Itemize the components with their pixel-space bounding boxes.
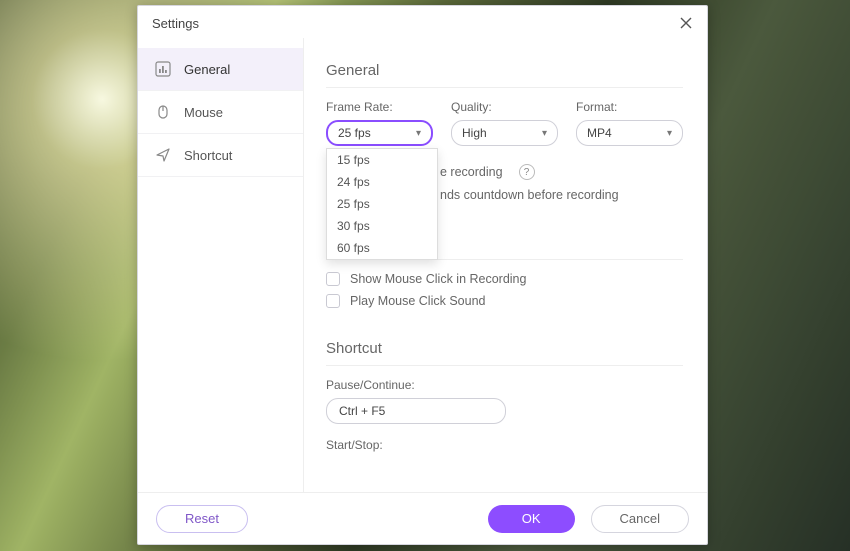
divider <box>326 87 683 88</box>
close-button[interactable] <box>675 12 697 34</box>
sidebar-item-general[interactable]: General <box>138 48 303 91</box>
sidebar: General Mouse Shortcut <box>138 38 304 492</box>
format-value: MP4 <box>587 126 612 140</box>
countdown-label-partial: nds countdown before recording <box>440 188 619 202</box>
frame-rate-option[interactable]: 25 fps <box>327 193 437 215</box>
quality-value: High <box>462 126 487 140</box>
section-heading-shortcut: Shortcut <box>326 340 683 357</box>
pause-shortcut-input[interactable] <box>326 398 506 424</box>
start-label: Start/Stop: <box>326 438 683 452</box>
window-title: Settings <box>152 16 199 31</box>
frame-rate-option[interactable]: 30 fps <box>327 215 437 237</box>
dialog-body: General Mouse Shortcut General Frame Ra <box>138 38 707 492</box>
countdown-row: nds countdown before recording <box>440 188 683 202</box>
sidebar-item-shortcut[interactable]: Shortcut <box>138 134 303 177</box>
ok-button[interactable]: OK <box>488 505 575 533</box>
play-sound-label: Play Mouse Click Sound <box>350 294 485 308</box>
quality-col: Quality: High ▾ <box>451 100 558 146</box>
cancel-button[interactable]: Cancel <box>591 505 689 533</box>
chevron-down-icon: ▾ <box>416 128 421 139</box>
frame-rate-option[interactable]: 24 fps <box>327 171 437 193</box>
content-pane: General Frame Rate: 25 fps ▾ Quality: Hi… <box>304 38 707 492</box>
sidebar-item-label: Shortcut <box>184 148 232 163</box>
reset-button[interactable]: Reset <box>156 505 248 533</box>
frame-rate-option[interactable]: 60 fps <box>327 237 437 259</box>
format-label: Format: <box>576 100 683 114</box>
chevron-down-icon: ▾ <box>542 128 547 139</box>
checkbox-icon[interactable] <box>326 272 340 286</box>
dialog-footer: Reset OK Cancel <box>138 492 707 544</box>
format-select[interactable]: MP4 ▾ <box>576 120 683 146</box>
hide-while-recording-label-partial: e recording <box>440 165 503 179</box>
settings-dialog: Settings General Mouse S <box>137 5 708 545</box>
frame-rate-option[interactable]: 15 fps <box>327 149 437 171</box>
hide-while-recording-row: e recording ? <box>440 164 683 180</box>
play-sound-row[interactable]: Play Mouse Click Sound <box>326 294 683 308</box>
mouse-icon <box>154 103 172 121</box>
close-icon <box>680 17 692 29</box>
frame-rate-label: Frame Rate: <box>326 100 433 114</box>
section-heading-general: General <box>326 62 683 79</box>
frame-rate-value: 25 fps <box>338 126 371 140</box>
divider <box>326 365 683 366</box>
barchart-icon <box>154 60 172 78</box>
pause-label: Pause/Continue: <box>326 378 683 392</box>
sidebar-item-label: Mouse <box>184 105 223 120</box>
footer-right: OK Cancel <box>488 505 689 533</box>
frame-rate-select[interactable]: 25 fps ▾ <box>326 120 433 146</box>
sidebar-item-label: General <box>184 62 230 77</box>
show-click-label: Show Mouse Click in Recording <box>350 272 526 286</box>
checkbox-icon[interactable] <box>326 294 340 308</box>
send-icon <box>154 146 172 164</box>
show-click-row[interactable]: Show Mouse Click in Recording <box>326 272 683 286</box>
sidebar-item-mouse[interactable]: Mouse <box>138 91 303 134</box>
frame-rate-col: Frame Rate: 25 fps ▾ <box>326 100 433 146</box>
titlebar: Settings <box>138 6 707 38</box>
help-icon[interactable]: ? <box>519 164 535 180</box>
general-selects-row: Frame Rate: 25 fps ▾ Quality: High ▾ For… <box>326 100 683 146</box>
quality-select[interactable]: High ▾ <box>451 120 558 146</box>
format-col: Format: MP4 ▾ <box>576 100 683 146</box>
quality-label: Quality: <box>451 100 558 114</box>
chevron-down-icon: ▾ <box>667 128 672 139</box>
frame-rate-dropdown[interactable]: 15 fps 24 fps 25 fps 30 fps 60 fps <box>326 148 438 260</box>
